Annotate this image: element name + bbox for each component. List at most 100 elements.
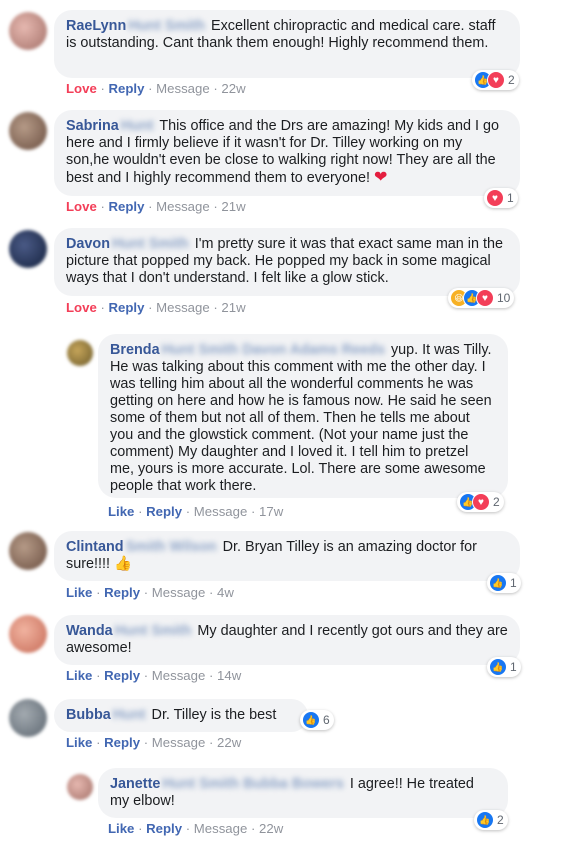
avatar[interactable] bbox=[9, 230, 47, 268]
redacted-mention: Hunt Smith Bubba Bowers bbox=[162, 776, 344, 792]
love-icon: ♥ bbox=[476, 289, 494, 307]
reaction-summary[interactable]: 👍 ♥ 2 bbox=[457, 492, 504, 512]
commenter-name[interactable]: Davon bbox=[66, 236, 110, 252]
message-button[interactable]: Message bbox=[194, 504, 248, 519]
message-button[interactable]: Message bbox=[156, 81, 210, 96]
commenter-name[interactable]: Janette bbox=[110, 776, 160, 792]
message-button[interactable]: Message bbox=[156, 199, 210, 214]
comment-bubble: Clintand Smith Wilson Dr. Bryan Tilley is… bbox=[54, 531, 520, 581]
comment-actions: Like · Reply · Message · 22w bbox=[66, 735, 242, 750]
timestamp[interactable]: 21w bbox=[221, 199, 245, 214]
comment-actions: Like · Reply · Message · 4w bbox=[66, 585, 234, 600]
like-button[interactable]: Like bbox=[108, 504, 134, 519]
comment-bubble: RaeLynn Hunt Smith Excellent chiropractic… bbox=[54, 10, 520, 78]
comment-actions: Love · Reply · Message · 22w bbox=[66, 81, 246, 96]
like-button[interactable]: Like bbox=[108, 821, 134, 836]
redacted-surname: Hunt Smith bbox=[114, 623, 192, 639]
avatar[interactable] bbox=[9, 12, 47, 50]
reply-button[interactable]: Reply bbox=[104, 585, 140, 600]
love-button[interactable]: Love bbox=[66, 300, 97, 315]
timestamp[interactable]: 4w bbox=[217, 585, 234, 600]
redacted-surname: Hunt Smith bbox=[111, 236, 189, 252]
message-button[interactable]: Message bbox=[152, 585, 206, 600]
comment-actions: Love · Reply · Message · 21w bbox=[66, 199, 246, 214]
love-button[interactable]: Love bbox=[66, 81, 97, 96]
avatar[interactable] bbox=[67, 340, 93, 366]
reaction-summary[interactable]: 👍 ♥ 2 bbox=[472, 70, 519, 90]
timestamp[interactable]: 22w bbox=[259, 821, 283, 836]
comment-text: yup. It was Tilly. He was talking about … bbox=[110, 342, 492, 494]
timestamp[interactable]: 22w bbox=[221, 81, 245, 96]
reply-button[interactable]: Reply bbox=[146, 504, 182, 519]
redacted-surname: Hunt bbox=[120, 118, 154, 134]
message-button[interactable]: Message bbox=[152, 668, 206, 683]
love-icon: ♥ bbox=[486, 189, 504, 207]
commenter-name[interactable]: Sabrina bbox=[66, 118, 119, 134]
thumbs-up-emoji: 👍 bbox=[114, 556, 132, 572]
comment-bubble: Bubba Hunt Dr. Tilley is the best bbox=[54, 699, 308, 732]
love-icon: ♥ bbox=[472, 493, 490, 511]
reaction-count: 1 bbox=[510, 576, 517, 590]
like-icon: 👍 bbox=[302, 711, 320, 729]
like-icon: 👍 bbox=[476, 811, 494, 829]
comment-bubble: Brenda Hunt Smith Davon Adams Reeds yup. … bbox=[98, 334, 508, 498]
timestamp[interactable]: 17w bbox=[259, 504, 283, 519]
redacted-surname: Hunt Smith bbox=[128, 18, 205, 34]
reaction-count: 2 bbox=[508, 73, 515, 87]
reaction-summary[interactable]: 👍 1 bbox=[487, 657, 521, 677]
reaction-summary[interactable]: 👍 2 bbox=[474, 810, 508, 830]
reaction-count: 1 bbox=[510, 660, 517, 674]
heart-emoji: ❤ bbox=[373, 169, 388, 186]
like-icon: 👍 bbox=[489, 658, 507, 676]
like-button[interactable]: Like bbox=[66, 668, 92, 683]
like-icon: 👍 bbox=[489, 574, 507, 592]
avatar[interactable] bbox=[9, 699, 47, 737]
redacted-surname: Smith Wilson bbox=[125, 539, 217, 555]
like-button[interactable]: Like bbox=[66, 735, 92, 750]
comment-actions: Love · Reply · Message · 21w bbox=[66, 300, 246, 315]
avatar[interactable] bbox=[9, 615, 47, 653]
message-button[interactable]: Message bbox=[152, 735, 206, 750]
comment-bubble: Wanda Hunt Smith My daughter and I recent… bbox=[54, 615, 520, 665]
reply-button[interactable]: Reply bbox=[109, 81, 145, 96]
avatar[interactable] bbox=[67, 774, 93, 800]
comment-actions: Like · Reply · Message · 22w bbox=[108, 821, 284, 836]
reply-button[interactable]: Reply bbox=[104, 735, 140, 750]
commenter-name[interactable]: Brenda bbox=[110, 342, 160, 358]
redacted-mention: Hunt Smith Davon Adams Reeds bbox=[161, 342, 385, 358]
avatar[interactable] bbox=[9, 532, 47, 570]
comment-bubble: Janette Hunt Smith Bubba Bowers I agree!!… bbox=[98, 768, 508, 818]
timestamp[interactable]: 22w bbox=[217, 735, 241, 750]
redacted-surname: Hunt bbox=[112, 707, 146, 723]
reaction-summary[interactable]: 😆 👍 ♥ 10 bbox=[448, 288, 515, 308]
comment-bubble: Davon Hunt Smith I'm pretty sure it was t… bbox=[54, 228, 520, 296]
reaction-count: 2 bbox=[493, 495, 500, 509]
commenter-name[interactable]: Clintand bbox=[66, 539, 124, 555]
reaction-summary[interactable]: ♥ 1 bbox=[484, 188, 518, 208]
reaction-summary[interactable]: 👍 1 bbox=[487, 573, 521, 593]
message-button[interactable]: Message bbox=[194, 821, 248, 836]
message-button[interactable]: Message bbox=[156, 300, 210, 315]
timestamp[interactable]: 14w bbox=[217, 668, 241, 683]
comment-bubble: Sabrina Hunt This office and the Drs are … bbox=[54, 110, 520, 196]
love-button[interactable]: Love bbox=[66, 199, 97, 214]
reaction-count: 6 bbox=[323, 713, 330, 727]
comment-actions: Like · Reply · Message · 14w bbox=[66, 668, 242, 683]
avatar[interactable] bbox=[9, 112, 47, 150]
like-button[interactable]: Like bbox=[66, 585, 92, 600]
reply-button[interactable]: Reply bbox=[109, 300, 145, 315]
reaction-count: 10 bbox=[497, 291, 511, 305]
comment-text: Dr. Tilley is the best bbox=[151, 707, 277, 723]
reply-button[interactable]: Reply bbox=[146, 821, 182, 836]
commenter-name[interactable]: Bubba bbox=[66, 707, 111, 723]
commenter-name[interactable]: RaeLynn bbox=[66, 18, 126, 34]
reply-button[interactable]: Reply bbox=[109, 199, 145, 214]
reply-button[interactable]: Reply bbox=[104, 668, 140, 683]
reaction-count: 1 bbox=[507, 191, 514, 205]
timestamp[interactable]: 21w bbox=[221, 300, 245, 315]
reaction-count: 2 bbox=[497, 813, 504, 827]
love-icon: ♥ bbox=[487, 71, 505, 89]
reaction-summary[interactable]: 👍 6 bbox=[300, 710, 334, 730]
commenter-name[interactable]: Wanda bbox=[66, 623, 113, 639]
comment-actions: Like · Reply · Message · 17w bbox=[108, 504, 284, 519]
